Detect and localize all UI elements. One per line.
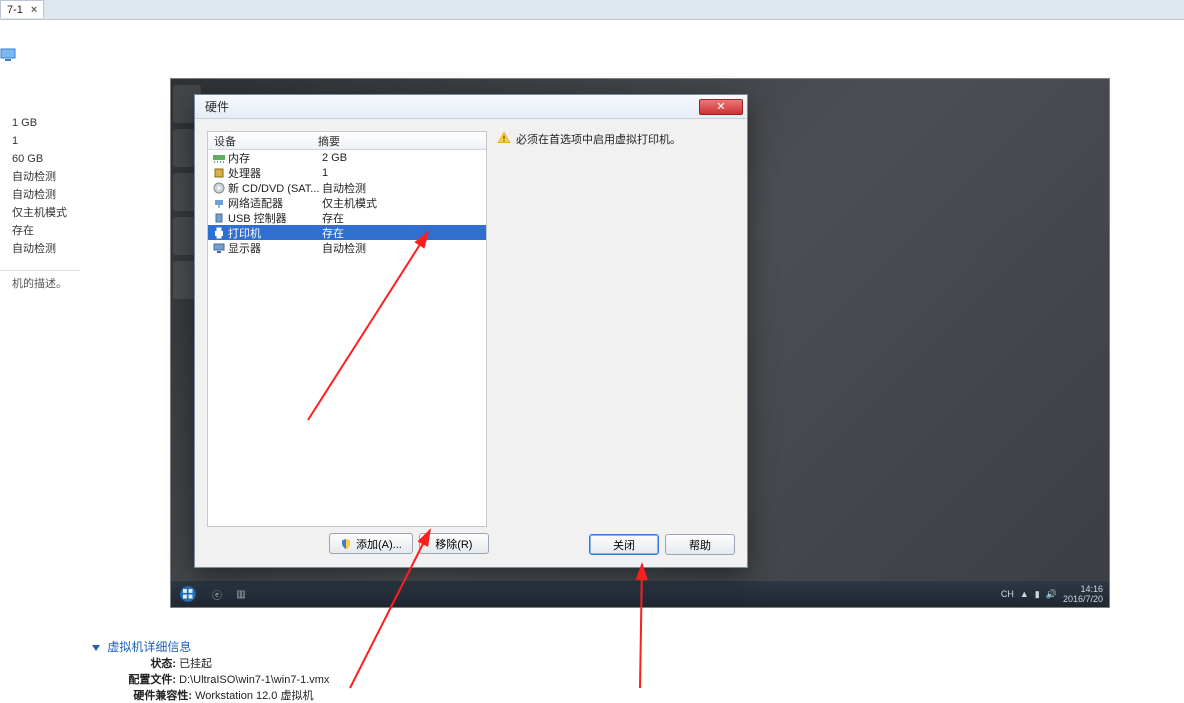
- hardware-row-name: 网络适配器: [228, 195, 322, 211]
- spec-usb: 存在: [0, 222, 80, 240]
- hardware-row-name: 内存: [228, 150, 322, 166]
- hardware-row-name: 处理器: [228, 165, 322, 181]
- tray-date: 2016/7/20: [1063, 594, 1103, 604]
- tray-lang[interactable]: CH: [1001, 589, 1014, 599]
- tray-network-icon[interactable]: ▮: [1035, 589, 1040, 599]
- hardware-row-summary: 存在: [322, 210, 486, 226]
- dialog-titlebar[interactable]: 硬件 ✕: [195, 95, 747, 119]
- header-device: 设备: [208, 133, 318, 149]
- compat-label: 硬件兼容性:: [122, 687, 192, 703]
- chevron-down-icon: [92, 645, 100, 651]
- dialog-footer-buttons: 关闭 帮助: [589, 534, 735, 555]
- hardware-row-memory[interactable]: 内存2 GB: [208, 150, 486, 165]
- spec-display: 自动检测: [0, 240, 80, 258]
- hardware-row-disc[interactable]: 新 CD/DVD (SAT...自动检测: [208, 180, 486, 195]
- state-label: 状态:: [122, 655, 176, 671]
- printer-icon: [212, 227, 226, 239]
- hardware-row-summary: 仅主机模式: [322, 195, 486, 211]
- spec-disk: 60 GB: [0, 150, 80, 168]
- tray-flag-icon[interactable]: ▲: [1020, 589, 1029, 599]
- remove-button-label: 移除(R): [435, 536, 472, 552]
- cpu-icon: [212, 167, 226, 179]
- spec-network: 仅主机模式: [0, 204, 80, 222]
- close-button[interactable]: 关闭: [589, 534, 659, 555]
- tray-volume-icon[interactable]: 🔊: [1046, 589, 1057, 599]
- vm-details-title: 虚拟机详细信息: [107, 640, 191, 654]
- hardware-row-cpu[interactable]: 处理器1: [208, 165, 486, 180]
- memory-icon: [212, 152, 226, 164]
- tab-vm[interactable]: 7-1 ×: [0, 0, 44, 18]
- hardware-list-header: 设备 摘要: [208, 132, 486, 150]
- hardware-dialog: 硬件 ✕ 设备 摘要 内存2 GB处理器1新 CD/DVD (SAT...自动检…: [194, 94, 748, 568]
- hardware-row-name: 显示器: [228, 240, 322, 256]
- tab-strip: 7-1 ×: [0, 0, 1184, 20]
- compat-value: Workstation 12.0 虚拟机: [195, 690, 313, 702]
- vm-details: 虚拟机详细信息 状态: 已挂起 配置文件: D:\UltraISO\win7-1…: [92, 638, 329, 703]
- hardware-list-panel: 设备 摘要 内存2 GB处理器1新 CD/DVD (SAT...自动检测网络适配…: [207, 131, 487, 527]
- usb-icon: [212, 212, 226, 224]
- start-button[interactable]: [171, 581, 205, 607]
- dialog-title: 硬件: [205, 98, 229, 115]
- vm-details-header[interactable]: 虚拟机详细信息: [92, 638, 329, 655]
- spec-desc: 机的描述。: [0, 270, 80, 293]
- hardware-list[interactable]: 内存2 GB处理器1新 CD/DVD (SAT...自动检测网络适配器仅主机模式…: [208, 150, 486, 255]
- close-button-label: 关闭: [613, 537, 635, 553]
- header-summary: 摘要: [318, 133, 486, 149]
- hardware-row-name: 新 CD/DVD (SAT...: [228, 180, 322, 196]
- system-tray[interactable]: CH ▲ ▮ 🔊 14:16 2016/7/20: [995, 584, 1109, 604]
- hardware-row-summary: 2 GB: [322, 152, 486, 164]
- warning-icon: [497, 131, 511, 145]
- add-button-label: 添加(A)...: [356, 536, 402, 552]
- left-specs-panel: 1 GB 1 60 GB 自动检测 自动检测 仅主机模式 存在 自动检测 机的描…: [0, 48, 80, 293]
- state-value: 已挂起: [179, 658, 212, 670]
- taskbar-ie-icon[interactable]: ⓔ: [205, 587, 229, 602]
- help-button[interactable]: 帮助: [665, 534, 735, 555]
- close-icon[interactable]: ×: [31, 4, 37, 16]
- display-icon: [212, 242, 226, 254]
- hardware-row-name: 打印机: [228, 225, 322, 241]
- dialog-close-button[interactable]: ✕: [699, 99, 743, 115]
- taskbar[interactable]: ⓔ ▥ CH ▲ ▮ 🔊 14:16 2016/7/20: [171, 581, 1109, 607]
- disc-icon: [212, 182, 226, 194]
- hardware-row-printer[interactable]: 打印机存在: [208, 225, 486, 240]
- spec-memory: 1 GB: [0, 114, 80, 132]
- taskbar-explorer-icon[interactable]: ▥: [229, 589, 253, 600]
- add-remove-buttons: 添加(A)... 移除(R): [329, 533, 489, 554]
- dialog-body: 设备 摘要 内存2 GB处理器1新 CD/DVD (SAT...自动检测网络适配…: [195, 119, 747, 567]
- help-button-label: 帮助: [689, 537, 711, 553]
- hardware-row-usb[interactable]: USB 控制器存在: [208, 210, 486, 225]
- hardware-row-display[interactable]: 显示器自动检测: [208, 240, 486, 255]
- shield-icon: [340, 538, 352, 550]
- network-icon: [212, 197, 226, 209]
- spec-cpu: 1: [0, 132, 80, 150]
- spec-floppy: 自动检测: [0, 186, 80, 204]
- vm-icon: [0, 48, 80, 70]
- tab-label: 7-1: [7, 4, 23, 16]
- config-value: D:\UltraISO\win7-1\win7-1.vmx: [179, 674, 329, 686]
- hardware-row-summary: 自动检测: [322, 180, 486, 196]
- add-button[interactable]: 添加(A)...: [329, 533, 413, 554]
- spec-cddvd: 自动检测: [0, 168, 80, 186]
- hardware-row-summary: 1: [322, 167, 486, 179]
- config-label: 配置文件:: [122, 671, 176, 687]
- hardware-row-summary: 存在: [322, 225, 486, 241]
- hardware-row-summary: 自动检测: [322, 240, 486, 256]
- remove-button[interactable]: 移除(R): [419, 533, 489, 554]
- tray-time: 14:16: [1063, 584, 1103, 594]
- info-panel: 必须在首选项中启用虚拟打印机。: [497, 131, 735, 147]
- hardware-row-name: USB 控制器: [228, 210, 322, 226]
- hardware-row-network[interactable]: 网络适配器仅主机模式: [208, 195, 486, 210]
- info-text: 必须在首选项中启用虚拟打印机。: [516, 131, 681, 147]
